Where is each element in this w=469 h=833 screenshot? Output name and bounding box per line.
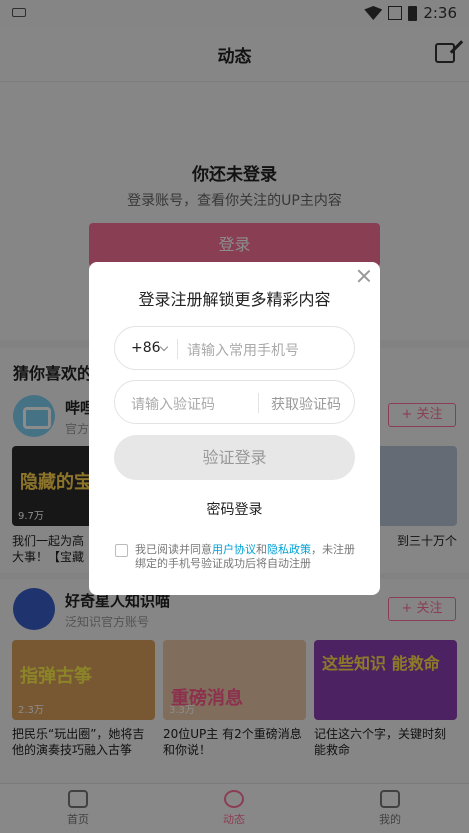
code-field[interactable]: 请输入验证码 获取验证码 (114, 380, 355, 424)
agreement: 我已阅读并同意用户协议和隐私政策，未注册绑定的手机号验证成功后将自动注册 (115, 543, 360, 571)
agree-prefix: 我已阅读并同意 (135, 543, 212, 556)
phone-input[interactable]: 请输入常用手机号 (187, 340, 299, 360)
phone-field[interactable]: +86 请输入常用手机号 (114, 326, 355, 370)
user-agreement-link[interactable]: 用户协议 (212, 543, 256, 556)
country-code[interactable]: +86 (131, 340, 161, 356)
get-code-button[interactable]: 获取验证码 (271, 394, 341, 414)
password-login-link[interactable]: 密码登录 (89, 499, 380, 519)
dialog-title: 登录注册解锁更多精彩内容 (138, 290, 331, 309)
privacy-policy-link[interactable]: 隐私政策 (267, 543, 311, 556)
field-divider (177, 339, 178, 359)
chevron-down-icon[interactable] (159, 342, 169, 352)
agree-and: 和 (256, 543, 267, 556)
verify-login-button[interactable]: 验证登录 (114, 435, 355, 480)
close-icon[interactable] (356, 268, 372, 284)
login-dialog: 登录注册解锁更多精彩内容 +86 请输入常用手机号 请输入验证码 获取验证码 验… (89, 262, 380, 595)
code-input[interactable]: 请输入验证码 (131, 394, 215, 414)
field-divider (258, 393, 259, 413)
agree-checkbox[interactable] (115, 544, 128, 557)
